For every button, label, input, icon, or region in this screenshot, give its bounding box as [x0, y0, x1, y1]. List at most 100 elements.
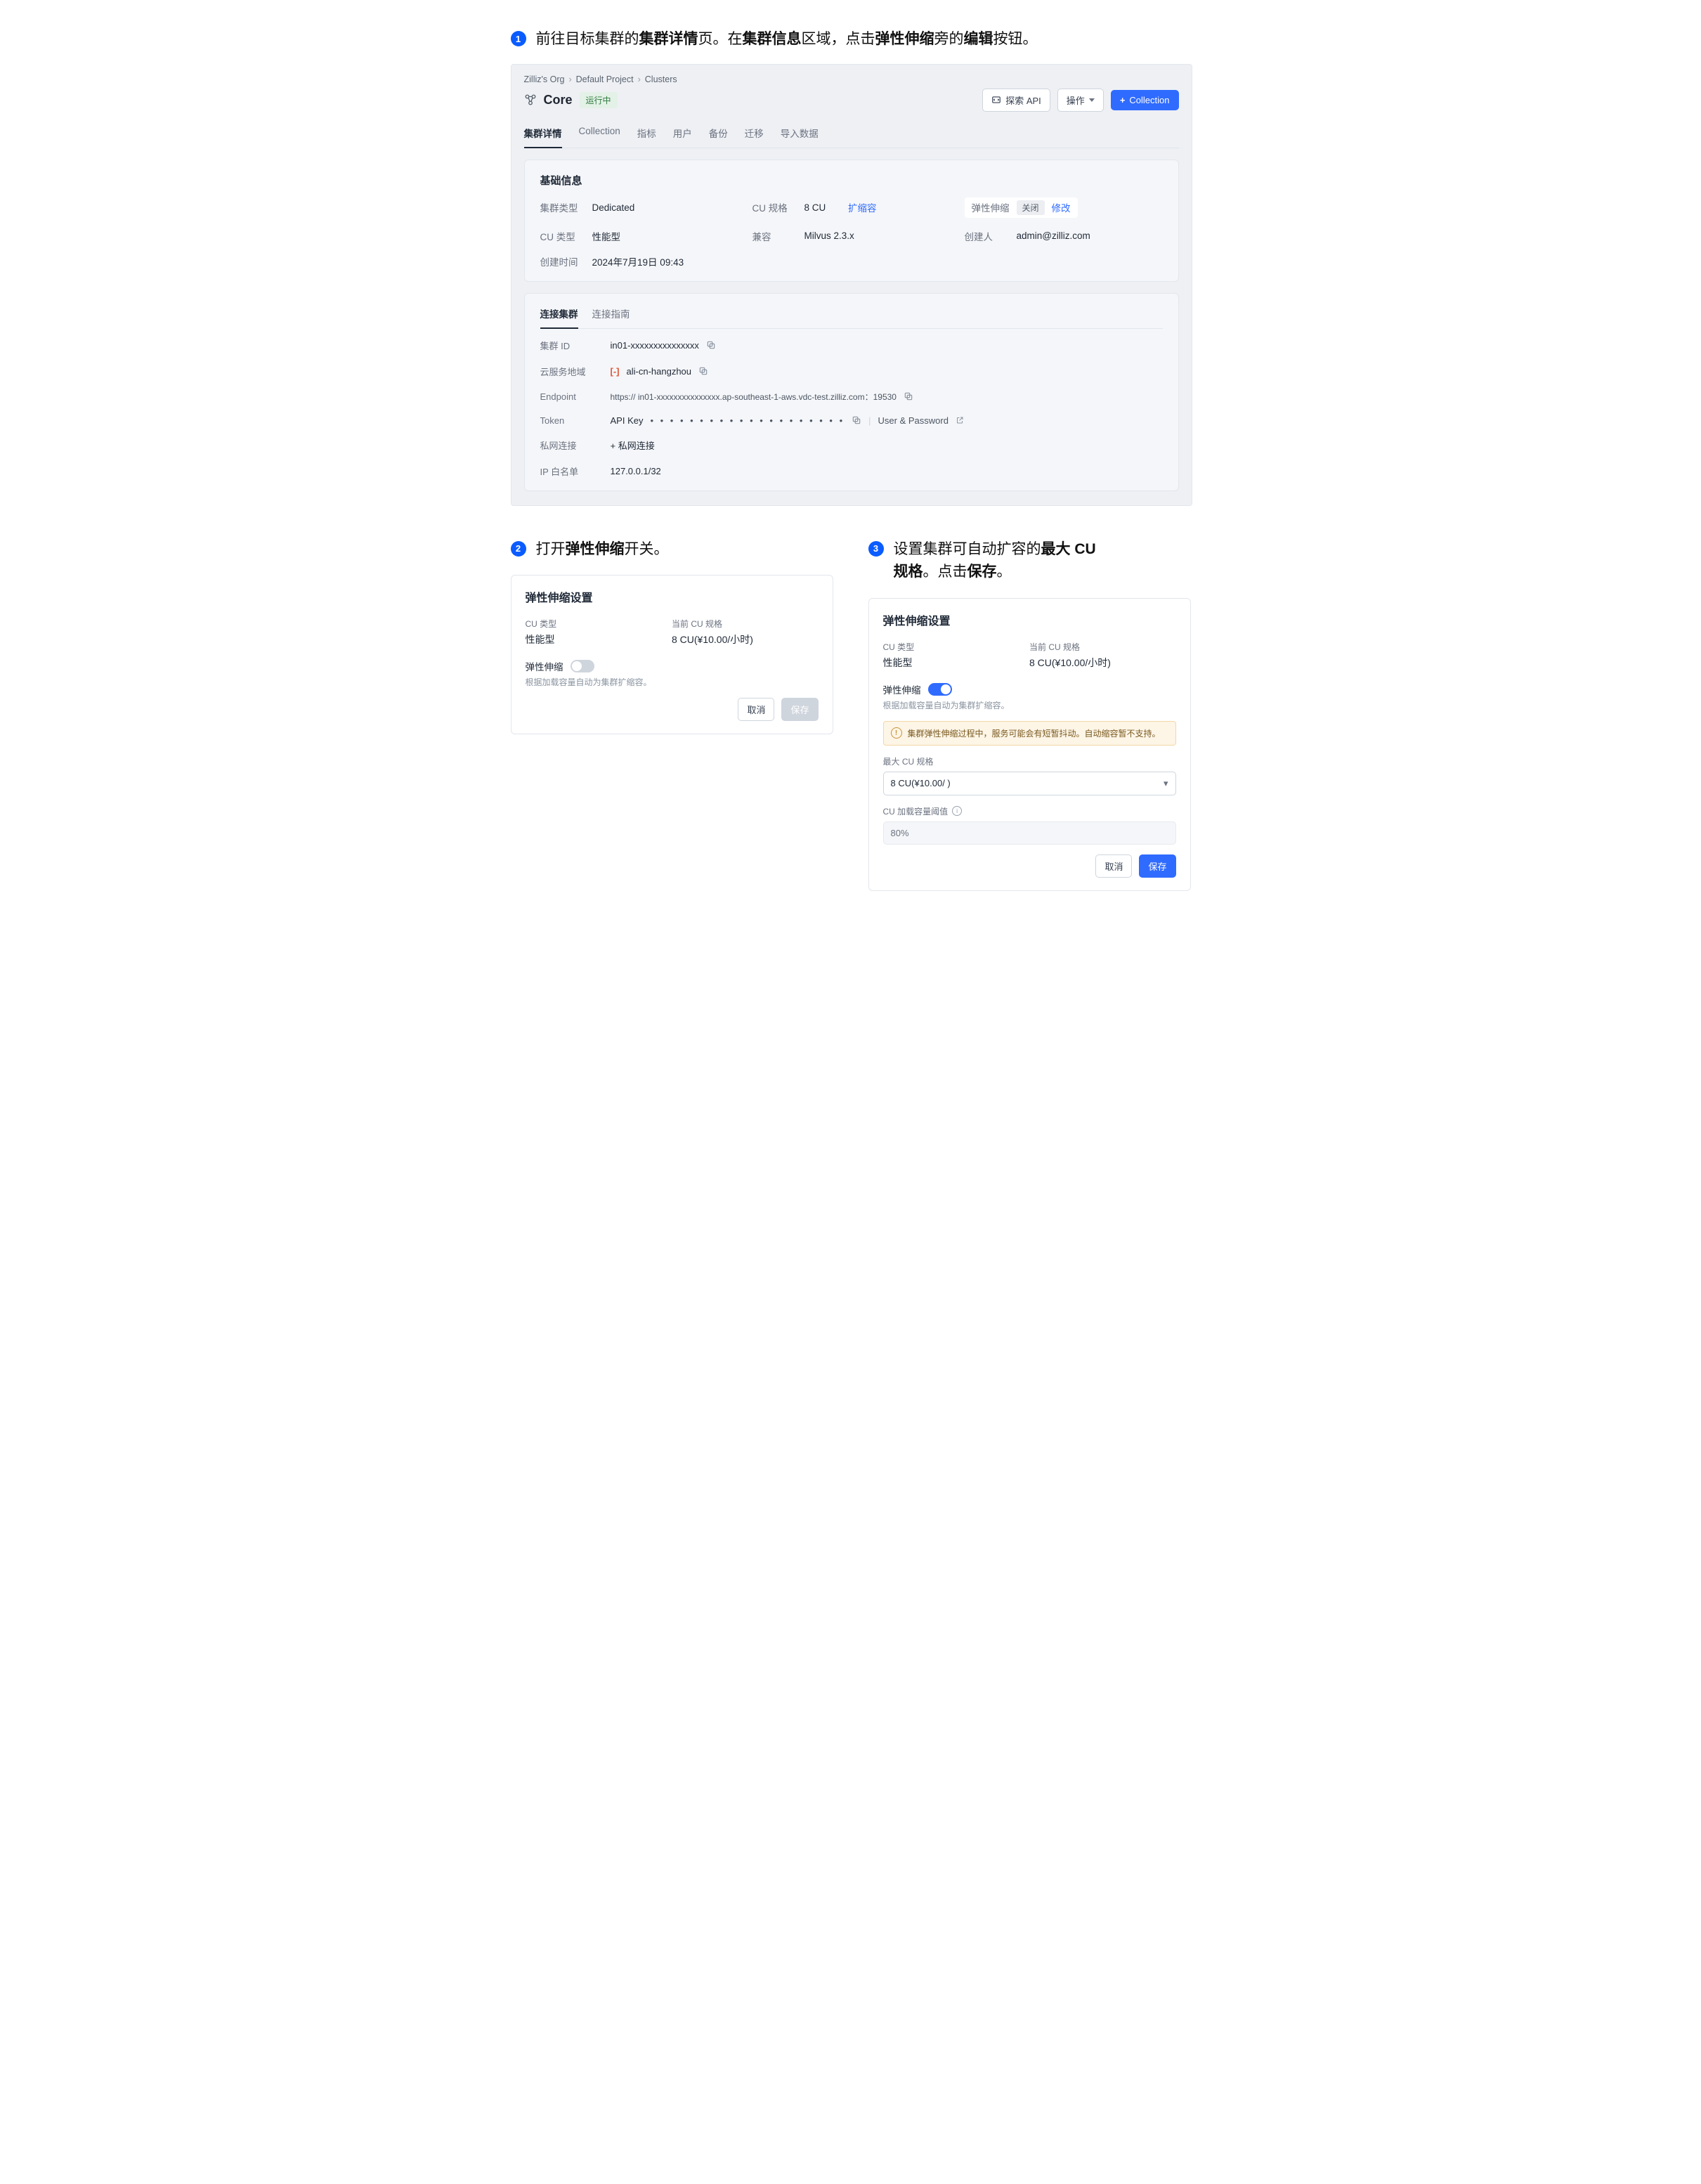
actions-dropdown[interactable]: 操作 [1057, 89, 1104, 112]
step-2-header: 2 打开弹性伸缩开关。 [511, 538, 833, 561]
copy-icon[interactable] [852, 415, 861, 425]
chevron-down-icon [1089, 98, 1095, 102]
copy-icon[interactable] [706, 340, 716, 350]
cancel-button[interactable]: 取消 [738, 698, 774, 721]
tab-users[interactable]: 用户 [673, 122, 692, 148]
max-cu-select[interactable]: 8 CU(¥10.00/ ) ▾ [883, 772, 1176, 795]
breadcrumb-clusters[interactable]: Clusters [645, 74, 677, 84]
step-3-text: 设置集群可自动扩容的最大 CU规格。点击保存。 [894, 538, 1096, 584]
step-2-badge: 2 [511, 541, 526, 557]
cluster-nodes-icon [524, 93, 537, 106]
step-1-header: 1 前往目标集群的集群详情页。在集群信息区域，点击弹性伸缩旁的编辑按钮。 [511, 28, 1191, 51]
autoscale-warning: ! 集群弹性伸缩过程中，服务可能会有短暂抖动。自动缩容暂不支持。 [883, 721, 1176, 746]
basic-info-title: 基础信息 [540, 173, 1163, 188]
token-label: Token [540, 415, 611, 426]
cu-type-label: CU 类型 [526, 618, 672, 630]
external-link-icon [956, 416, 964, 424]
save-button: 保存 [781, 698, 818, 721]
breadcrumb: Zilliz's Org› Default Project› Clusters [524, 74, 1179, 84]
token-prefix: API Key [611, 415, 644, 426]
api-icon [991, 95, 1001, 105]
current-cu-label: 当前 CU 规格 [1029, 641, 1176, 653]
threshold-value: 80% [883, 821, 1176, 845]
chevron-down-icon: ▾ [1164, 778, 1168, 789]
step-1-badge: 1 [511, 31, 526, 46]
save-button[interactable]: 保存 [1139, 854, 1175, 878]
tab-metrics[interactable]: 指标 [637, 122, 656, 148]
conn-tab-guide[interactable]: 连接指南 [592, 306, 630, 328]
warning-icon: ! [891, 727, 902, 739]
cu-type-value: 性能型 [526, 632, 672, 646]
conn-tab-cluster[interactable]: 连接集群 [540, 306, 578, 329]
cluster-tabs: 集群详情 Collection 指标 用户 备份 迁移 导入数据 [524, 122, 1179, 148]
step-2-text: 打开弹性伸缩开关。 [536, 538, 669, 561]
autoscale-dialog-off: 弹性伸缩设置 CU 类型 性能型 当前 CU 规格 8 CU(¥10.00/小时… [511, 575, 833, 734]
threshold-label: CU 加载容量阈值 i [883, 805, 1176, 817]
tab-import[interactable]: 导入数据 [781, 122, 819, 148]
breadcrumb-org[interactable]: Zilliz's Org [524, 74, 565, 84]
private-link-label: 私网连接 [540, 438, 611, 452]
compat-label: 兼容 [752, 229, 795, 243]
cu-type-label: CU 类型 [540, 229, 582, 243]
cu-type-label: CU 类型 [883, 641, 1030, 653]
cluster-name: Core [544, 93, 573, 108]
cluster-type-label: 集群类型 [540, 200, 582, 214]
copy-icon[interactable] [904, 391, 913, 401]
autoscale-toggle-label: 弹性伸缩 [526, 659, 563, 673]
current-cu-label: 当前 CU 规格 [672, 618, 819, 630]
cluster-type-value: Dedicated [592, 202, 635, 213]
autoscale-label: 弹性伸缩 [972, 200, 1010, 214]
cluster-id-value: in01-xxxxxxxxxxxxxxx [611, 340, 699, 351]
autoscale-status-pill: 关闭 [1017, 200, 1045, 215]
step-1-text: 前往目标集群的集群详情页。在集群信息区域，点击弹性伸缩旁的编辑按钮。 [536, 28, 1038, 51]
ip-whitelist-value: 127.0.0.1/32 [611, 466, 661, 476]
tab-backup[interactable]: 备份 [709, 122, 728, 148]
autoscale-hint: 根据加载容量自动为集群扩缩容。 [526, 676, 819, 688]
add-collection-button[interactable]: +Collection [1111, 90, 1179, 110]
step-3-header: 3 设置集群可自动扩容的最大 CU规格。点击保存。 [868, 538, 1191, 584]
explore-api-button[interactable]: 探索 API [982, 89, 1050, 112]
cancel-button[interactable]: 取消 [1095, 854, 1132, 878]
tab-collection[interactable]: Collection [579, 122, 620, 148]
endpoint-label: Endpoint [540, 391, 611, 402]
autoscale-edit-link[interactable]: 修改 [1052, 200, 1071, 214]
resize-link[interactable]: 扩缩容 [848, 200, 877, 214]
user-password-link[interactable]: User & Password [878, 415, 949, 426]
autoscale-hint: 根据加载容量自动为集群扩缩容。 [883, 699, 1176, 711]
autoscale-toggle[interactable] [571, 660, 594, 672]
autoscale-toggle[interactable] [928, 683, 952, 696]
status-badge: 运行中 [580, 92, 618, 108]
cluster-details-screenshot: Zilliz's Org› Default Project› Clusters … [511, 64, 1192, 506]
region-value: ali-cn-hangzhou [627, 366, 692, 377]
current-cu-value: 8 CU(¥10.00/小时) [1029, 656, 1176, 670]
compat-value: Milvus 2.3.x [804, 230, 854, 241]
endpoint-value: https:// in01-xxxxxxxxxxxxxxx.ap-southea… [611, 391, 897, 403]
basic-info-card: 基础信息 集群类型 Dedicated CU 规格 8 CU 扩缩容 弹性伸缩关闭修… [524, 160, 1179, 282]
copy-icon[interactable] [698, 366, 708, 376]
token-masked: • • • • • • • • • • • • • • • • • • • • [650, 415, 845, 426]
step-3-badge: 3 [868, 541, 884, 557]
dialog-title: 弹性伸缩设置 [883, 611, 1176, 628]
tab-migrate[interactable]: 迁移 [745, 122, 764, 148]
connection-card: 连接集群 连接指南 集群 ID in01-xxxxxxxxxxxxxxx 云服务… [524, 293, 1179, 491]
current-cu-value: 8 CU(¥10.00/小时) [672, 632, 819, 646]
cu-type-value: 性能型 [592, 229, 621, 243]
info-icon: i [952, 806, 962, 816]
cu-type-value: 性能型 [883, 656, 1030, 670]
region-provider-icon: [-] [611, 366, 620, 377]
region-label: 云服务地域 [540, 365, 611, 378]
max-cu-value: 8 CU(¥10.00/ ) [891, 778, 951, 788]
max-cu-label: 最大 CU 规格 [883, 755, 1176, 767]
created-value: 2024年7月19日 09:43 [592, 254, 684, 268]
tab-details[interactable]: 集群详情 [524, 122, 562, 148]
dialog-title: 弹性伸缩设置 [526, 588, 819, 605]
breadcrumb-project[interactable]: Default Project [576, 74, 634, 84]
created-label: 创建时间 [540, 254, 582, 268]
ip-whitelist-label: IP 白名单 [540, 464, 611, 478]
creator-label: 创建人 [965, 229, 1007, 243]
cu-spec-value: 8 CU [804, 202, 826, 213]
cu-spec-label: CU 规格 [752, 200, 795, 214]
cluster-id-label: 集群 ID [540, 339, 611, 352]
add-private-link[interactable]: + 私网连接 [611, 438, 655, 452]
autoscale-dialog-on: 弹性伸缩设置 CU 类型 性能型 当前 CU 规格 8 CU(¥10.00/小时… [868, 598, 1191, 891]
